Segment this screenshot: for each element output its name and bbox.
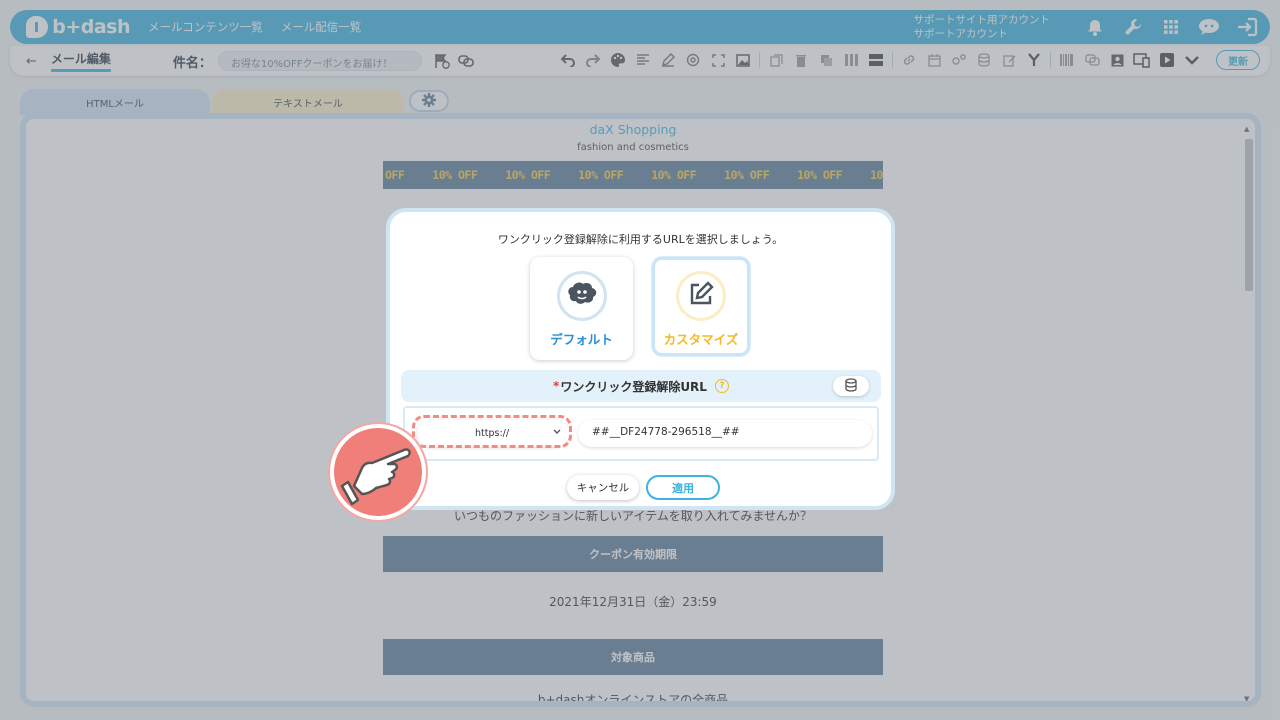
- url-section-title: ワンクリック登録解除URL: [560, 379, 707, 394]
- mode-custom-card[interactable]: カスタマイズ: [652, 257, 750, 356]
- mode-custom-circle: [676, 271, 726, 321]
- mode-default-card[interactable]: デフォルト: [530, 257, 633, 360]
- insert-variable-button[interactable]: [833, 376, 869, 396]
- help-icon[interactable]: ?: [714, 379, 729, 393]
- mode-default-circle: [556, 271, 607, 321]
- url-input-row: https:// ##__DF24778-296518__##: [403, 406, 879, 461]
- required-mark: *: [553, 379, 560, 393]
- url-section-header: * ワンクリック登録解除URL ?: [401, 370, 881, 402]
- unsubscribe-url-input[interactable]: ##__DF24778-296518__##: [578, 420, 872, 447]
- cancel-button[interactable]: キャンセル: [567, 475, 639, 500]
- pointing-hand-icon: [330, 424, 426, 520]
- mode-default-label: デフォルト: [550, 332, 613, 347]
- edit-icon: [688, 281, 714, 311]
- unsubscribe-url-dialog: ワンクリック登録解除に利用するURLを選択しましょう。 デフォルト カスタマイズ…: [386, 208, 895, 510]
- dialog-instruction: ワンクリック登録解除に利用するURLを選択しましょう。: [497, 233, 784, 246]
- mode-custom-label: カスタマイズ: [663, 332, 739, 347]
- bdash-mascot-icon: [566, 281, 598, 311]
- database-icon: [845, 377, 857, 395]
- apply-button[interactable]: 適用: [646, 475, 720, 500]
- protocol-highlight-outline: [412, 415, 572, 448]
